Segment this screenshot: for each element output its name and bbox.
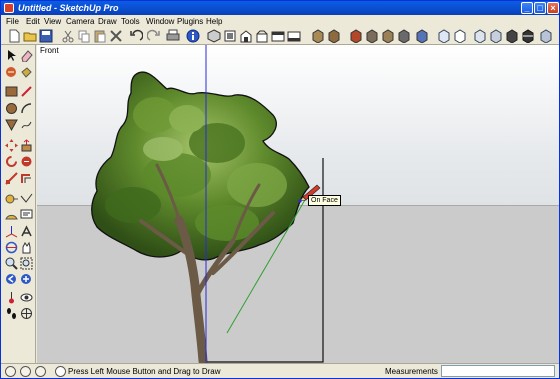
cut-icon[interactable] — [61, 29, 75, 43]
polygon-tool-icon[interactable] — [5, 118, 18, 131]
undo-icon[interactable] — [129, 29, 143, 43]
camera-style-icon-7[interactable] — [539, 29, 553, 43]
hidden-line-style-icon[interactable] — [349, 29, 363, 43]
axes-tool-icon[interactable] — [5, 225, 18, 238]
model-info-icon[interactable] — [186, 29, 200, 43]
erase-icon[interactable] — [109, 29, 123, 43]
protractor-icon[interactable] — [5, 208, 18, 221]
pan-hand-icon[interactable] — [20, 241, 33, 254]
menu-plugins[interactable]: Plugins — [177, 16, 203, 27]
left-view-icon[interactable] — [287, 29, 301, 43]
window-title: Untitled - SketchUp Pro — [18, 3, 119, 13]
wireframe-style-icon[interactable] — [327, 29, 341, 43]
rectangle-tool-icon[interactable] — [5, 85, 18, 98]
open-folder-icon[interactable] — [23, 29, 37, 43]
tree-scene — [91, 45, 324, 363]
menu-tools[interactable]: Tools — [121, 16, 140, 27]
textured-style-icon[interactable] — [381, 29, 395, 43]
monochrome-style-icon[interactable] — [397, 29, 411, 43]
dimension-tool-icon[interactable] — [20, 192, 33, 205]
left-tool-palette — [1, 45, 36, 363]
section-plane-tool-icon[interactable] — [20, 307, 33, 320]
paint-bucket-icon[interactable] — [20, 66, 33, 79]
main-toolbar — [1, 28, 559, 45]
camera-style-icon-5[interactable] — [505, 29, 519, 43]
circle-tool-icon[interactable] — [5, 102, 18, 115]
sketchup-window: Untitled - SketchUp Pro _ □ × File Edit … — [0, 0, 560, 379]
eraser-tool-icon[interactable] — [20, 49, 33, 62]
measurements-input[interactable] — [441, 365, 555, 377]
scale-tool-icon[interactable] — [5, 172, 18, 185]
look-around-icon[interactable] — [20, 291, 33, 304]
zoom-extents-icon[interactable] — [20, 273, 33, 286]
menu-edit[interactable]: Edit — [26, 16, 40, 27]
back-view-icon[interactable] — [271, 29, 285, 43]
right-view-icon[interactable] — [255, 29, 269, 43]
arc-tool-icon[interactable] — [20, 102, 33, 115]
camera-style-icon-4[interactable] — [489, 29, 503, 43]
close-button[interactable]: × — [547, 2, 559, 14]
menu-draw[interactable]: Draw — [98, 16, 117, 27]
copy-icon[interactable] — [77, 29, 91, 43]
status-bar: Press Left Mouse Button and Drag to Draw… — [1, 363, 559, 378]
status-hint: Press Left Mouse Button and Drag to Draw — [68, 367, 221, 376]
user-icon[interactable] — [35, 366, 46, 377]
menu-view[interactable]: View — [44, 16, 61, 27]
menu-window[interactable]: Window — [146, 16, 174, 27]
help-icon[interactable] — [55, 366, 66, 377]
text-tool-icon[interactable] — [20, 208, 33, 221]
view-label: Front — [40, 46, 59, 55]
camera-style-icon-1[interactable] — [437, 29, 451, 43]
geo-location-icon[interactable] — [5, 366, 16, 377]
walk-footprints-icon[interactable] — [5, 307, 18, 320]
follow-me-icon[interactable] — [20, 155, 33, 168]
move-tool-icon[interactable] — [5, 139, 18, 152]
top-view-icon[interactable] — [223, 29, 237, 43]
tape-measure-icon[interactable] — [5, 192, 18, 205]
menu-file[interactable]: File — [6, 16, 19, 27]
iso-view-icon[interactable] — [207, 29, 221, 43]
redo-icon[interactable] — [147, 29, 161, 43]
select-arrow-icon[interactable] — [5, 49, 18, 62]
drawing-viewport[interactable]: Front On Face — [37, 45, 559, 363]
make-component-icon[interactable] — [5, 66, 18, 79]
zoom-tool-icon[interactable] — [5, 257, 18, 270]
3d-text-icon[interactable] — [20, 225, 33, 238]
front-view-icon[interactable] — [239, 29, 253, 43]
shaded-style-icon[interactable] — [365, 29, 379, 43]
maximize-button[interactable]: □ — [534, 2, 546, 14]
camera-style-icon-2[interactable] — [453, 29, 467, 43]
title-bar[interactable]: Untitled - SketchUp Pro _ □ × — [1, 1, 559, 15]
credits-icon[interactable] — [20, 366, 31, 377]
inference-tooltip: On Face — [308, 195, 341, 206]
rotate-tool-icon[interactable] — [5, 155, 18, 168]
camera-style-icon-6[interactable] — [521, 29, 535, 43]
zoom-window-icon[interactable] — [20, 257, 33, 270]
orbit-tool-icon[interactable] — [5, 241, 18, 254]
minimize-button[interactable]: _ — [521, 2, 533, 14]
xray-style-icon[interactable] — [311, 29, 325, 43]
section-plane-icon[interactable] — [415, 29, 429, 43]
print-icon[interactable] — [166, 29, 180, 43]
paste-icon[interactable] — [93, 29, 107, 43]
measurements-label: Measurements — [385, 367, 438, 376]
menu-camera[interactable]: Camera — [66, 16, 94, 27]
push-pull-icon[interactable] — [20, 139, 33, 152]
camera-style-icon-3[interactable] — [473, 29, 487, 43]
previous-view-icon[interactable] — [5, 273, 18, 286]
menu-bar: File Edit View Camera Draw Tools Window … — [1, 15, 559, 28]
pencil-line-icon[interactable] — [20, 85, 33, 98]
menu-help[interactable]: Help — [206, 16, 222, 27]
offset-tool-icon[interactable] — [20, 172, 33, 185]
sketchup-app-icon — [4, 3, 14, 13]
new-file-icon[interactable] — [7, 29, 21, 43]
freehand-tool-icon[interactable] — [20, 118, 33, 131]
position-camera-icon[interactable] — [5, 291, 18, 304]
save-icon[interactable] — [39, 29, 53, 43]
